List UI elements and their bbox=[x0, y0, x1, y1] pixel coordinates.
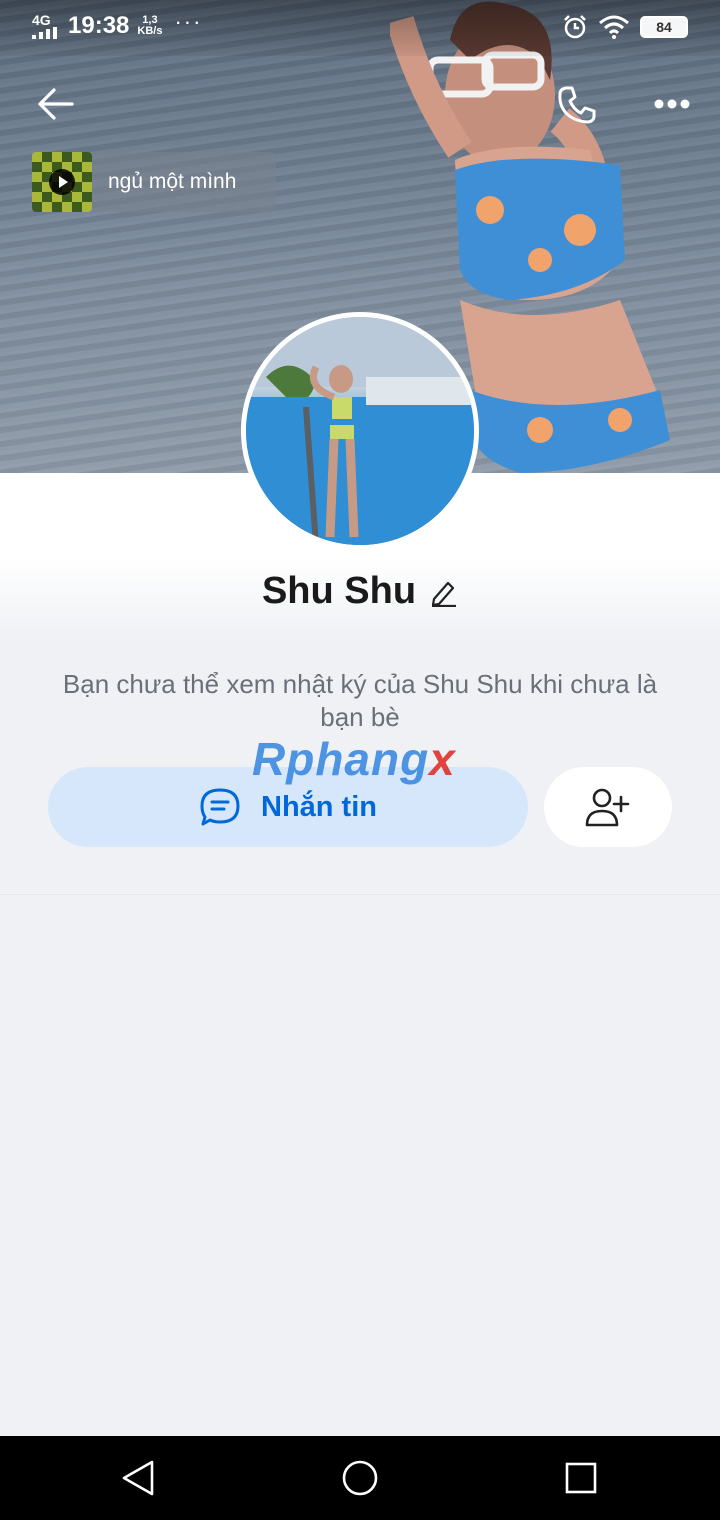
nav-back-icon[interactable] bbox=[120, 1458, 156, 1498]
network-type: 4G bbox=[32, 12, 51, 28]
profile-name-row: Shu Shu bbox=[0, 570, 720, 613]
chat-bubble-icon bbox=[200, 788, 240, 826]
system-nav-bar bbox=[0, 1436, 720, 1520]
status-bar: 4G 19:38 1,3 KB/s ··· 84 bbox=[0, 0, 720, 56]
nav-home-icon[interactable] bbox=[342, 1458, 378, 1498]
notification-overflow: ··· bbox=[174, 9, 203, 34]
watermark-accent: x bbox=[429, 733, 456, 785]
arrow-left-icon[interactable] bbox=[36, 86, 74, 122]
add-user-icon bbox=[585, 788, 630, 827]
watermark-logo: Rphangx bbox=[252, 732, 456, 786]
signal-indicator: 4G bbox=[32, 13, 60, 39]
profile-name: Shu Shu bbox=[261, 570, 417, 612]
phone-icon[interactable] bbox=[556, 84, 598, 126]
watermark-main: Rphang bbox=[252, 733, 430, 785]
message-button-label: Nhắn tin bbox=[261, 790, 377, 823]
pencil-icon[interactable] bbox=[430, 577, 458, 607]
battery-indicator: 84 bbox=[640, 16, 688, 38]
wifi-icon bbox=[599, 15, 629, 39]
avatar-photo bbox=[246, 317, 474, 545]
diary-privacy-notice: Bạn chưa thể xem nhật ký của Shu Shu khi… bbox=[62, 669, 658, 732]
avatar[interactable] bbox=[241, 312, 479, 550]
nav-recents-icon[interactable] bbox=[564, 1458, 600, 1498]
speed-unit: KB/s bbox=[137, 25, 163, 37]
network-speed: 1,3 KB/s bbox=[137, 15, 162, 37]
clock: 19:38 bbox=[68, 12, 130, 39]
section-divider bbox=[0, 894, 720, 895]
add-friend-button[interactable] bbox=[544, 767, 672, 847]
signal-bars-icon bbox=[32, 27, 57, 39]
music-title: ngủ một mình bbox=[108, 170, 237, 193]
profile-music-chip[interactable]: ngủ một mình bbox=[32, 152, 276, 212]
alarm-icon bbox=[564, 15, 586, 39]
play-icon[interactable] bbox=[49, 169, 75, 195]
more-dots-icon[interactable] bbox=[654, 98, 690, 110]
music-thumbnail[interactable] bbox=[32, 152, 92, 212]
